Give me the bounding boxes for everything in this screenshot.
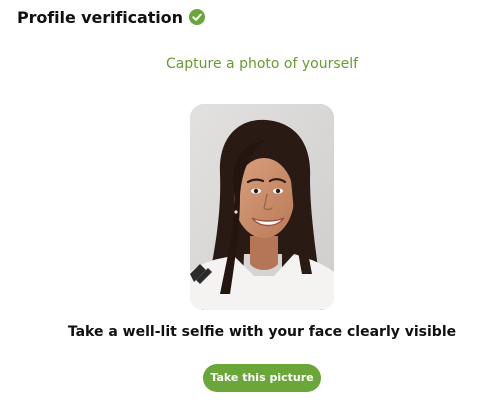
- take-picture-button[interactable]: Take this picture: [203, 364, 321, 392]
- instruction-text: Take a well-lit selfie with your face cl…: [67, 324, 457, 340]
- capture-prompt: Capture a photo of yourself: [165, 56, 359, 72]
- page-title: Profile verification: [17, 7, 183, 27]
- selfie-preview: [190, 104, 334, 310]
- check-circle-icon: [188, 9, 205, 25]
- page-header: Profile verification: [17, 6, 205, 28]
